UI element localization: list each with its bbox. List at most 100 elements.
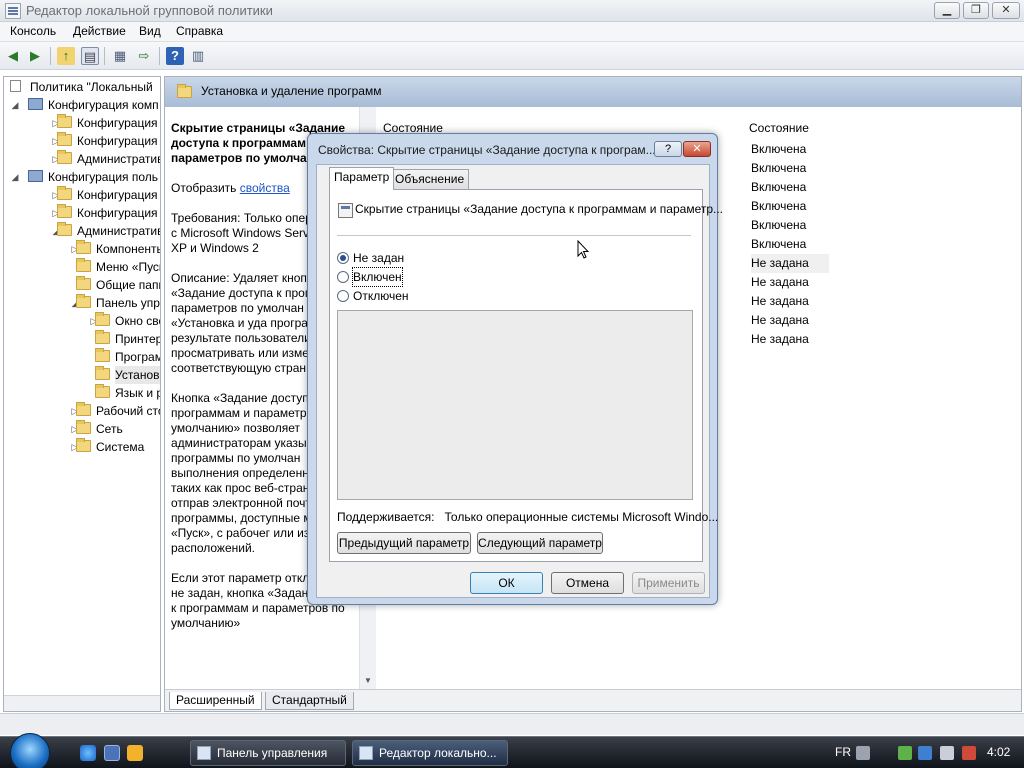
status-cell[interactable]: Включена [751,159,829,178]
scroll-down-icon[interactable]: ▼ [364,676,372,685]
keyboard-icon[interactable] [856,746,870,760]
tree-horizontal-scrollbar[interactable] [4,695,160,711]
status-cell[interactable]: Не задана [751,311,829,330]
tree-item[interactable]: ▷ Конфигурация п [4,186,160,204]
media-player-icon[interactable] [127,745,143,761]
start-button[interactable] [10,733,50,768]
radio-not-configured[interactable] [337,252,349,264]
back-arrow-icon[interactable]: ◀ [4,47,22,65]
toolbar-separator [104,47,105,65]
tree-item[interactable]: ◢ Конфигурация поль [4,168,160,186]
clock[interactable]: 4:02 [987,745,1010,759]
minimize-button[interactable]: ▁ [934,2,960,19]
status-cell[interactable]: Включена [751,197,829,216]
maximize-button[interactable]: ❐ [963,2,989,19]
column-header-status[interactable]: Состояние [749,121,809,135]
status-cell[interactable]: Включена [751,216,829,235]
radio-disabled[interactable] [337,290,349,302]
language-indicator[interactable]: FR [835,745,851,759]
policy-editor-task-icon [359,746,373,760]
taskbar-item-control-panel[interactable]: Панель управления [190,740,346,766]
radio-enabled[interactable] [337,271,349,283]
status-cell[interactable]: Включена [751,235,829,254]
tree-item[interactable]: ▷Конфигурация W [4,204,160,222]
export-list-icon[interactable]: ⇨ [135,47,153,65]
forward-arrow-icon[interactable]: ▶ [26,47,44,65]
folder-icon [57,132,72,146]
network-icon[interactable] [898,746,912,760]
tree-item-label: Принтеры [115,332,160,346]
tree-item[interactable]: ▷ Компоненты [4,240,160,258]
up-folder-icon[interactable]: ↑ [57,47,75,65]
tree-item[interactable]: ▷ Сеть [4,420,160,438]
tree-item-label: Установка [115,366,160,384]
navigation-tree[interactable]: Политика "Локальный ◢ Конфигурация комп ▷ Ко… [3,76,161,712]
tab-standard[interactable]: Стандартный [265,692,354,710]
tree-item[interactable]: Програм [4,348,160,366]
apply-button[interactable]: Применить [632,572,705,594]
tree-item[interactable]: Принтеры [4,330,160,348]
dialog-title: Свойства: Скрытие страницы «Задание дост… [318,143,656,157]
tree-item-label: Конфигурация комп [48,98,159,112]
security-center-icon[interactable] [918,746,932,760]
tree-item[interactable]: ▷ Рабочий сто [4,402,160,420]
tab-extended[interactable]: Расширенный [169,692,262,710]
taskbar-item-policy-editor[interactable]: Редактор локально... [352,740,508,766]
tree-item-label: Конфигурация W [77,206,160,220]
folder-icon [76,438,91,452]
properties-link[interactable]: свойства [240,181,290,195]
internet-explorer-icon[interactable] [80,745,96,761]
tree-item[interactable]: ▷ Административ [4,150,160,168]
dialog-help-button[interactable]: ? [654,141,682,157]
folder-icon [57,114,72,128]
next-setting-button[interactable]: Следующий параметр [477,532,603,554]
show-label: Отобразить [171,181,237,195]
properties-icon[interactable]: ▦ [111,47,129,65]
tab-parameter[interactable]: Параметр [329,167,395,190]
tree-item[interactable]: ◢ Конфигурация комп [4,96,160,114]
tree-item[interactable]: Язык и ре [4,384,160,402]
expanded-arrow-icon[interactable]: ◢ [10,168,20,186]
help-icon[interactable]: ? [166,47,184,65]
tree-item[interactable]: Меню «Пуск [4,258,160,276]
tree-item[interactable]: Политика "Локальный [4,78,160,96]
network-status-icon[interactable] [940,746,954,760]
menu-console[interactable]: Консоль [6,24,60,38]
menu-view[interactable]: Вид [135,24,165,38]
status-cell[interactable]: Включена [751,140,829,159]
tree-item[interactable]: Установка [4,366,160,384]
cancel-button[interactable]: Отмена [551,572,624,594]
show-hide-tree-icon[interactable]: ▤ [81,47,99,65]
menu-action[interactable]: Действие [69,24,130,38]
tree-item-label: Програм [115,350,161,364]
menu-help[interactable]: Справка [172,24,227,38]
tree-item[interactable]: ▷ Окно сво [4,312,160,330]
close-button[interactable]: ✕ [992,2,1020,19]
show-desktop-icon[interactable] [104,745,120,761]
menu-bar: Консоль Действие Вид Справка [0,22,1024,42]
tree-item[interactable]: ▷ Конфигурация п [4,114,160,132]
status-cell[interactable]: Не задана [751,292,829,311]
volume-muted-icon[interactable] [962,746,976,760]
tab-explanation[interactable]: Объяснение [390,169,470,190]
tree-item[interactable]: ◢ Административ [4,222,160,240]
tree-item-label: Конфигурация поль [48,170,159,184]
expanded-arrow-icon[interactable]: ◢ [10,96,20,114]
tree-item-label: Общие папки [96,278,160,292]
ok-button[interactable]: ОК [470,572,543,594]
option-disabled-label: Отключен [353,289,409,303]
toolbar-separator [159,47,160,65]
tree-item[interactable]: ◢ Панель упра [4,294,160,312]
control-panel-icon [197,746,211,760]
previous-setting-button[interactable]: Предыдущий параметр [337,532,471,554]
tree-item[interactable]: ▷ Система [4,438,160,456]
status-cell[interactable]: Включена [751,178,829,197]
status-cell[interactable]: Не задана [751,273,829,292]
status-cell[interactable]: Не задана [751,254,829,273]
tree-item[interactable]: ▷Конфигурация W [4,132,160,150]
filter-options-icon[interactable]: ▥ [189,47,207,65]
dialog-close-button[interactable]: ✕ [683,141,711,157]
status-bar [0,713,1024,735]
status-cell[interactable]: Не задана [751,330,829,349]
tree-item[interactable]: Общие папки [4,276,160,294]
